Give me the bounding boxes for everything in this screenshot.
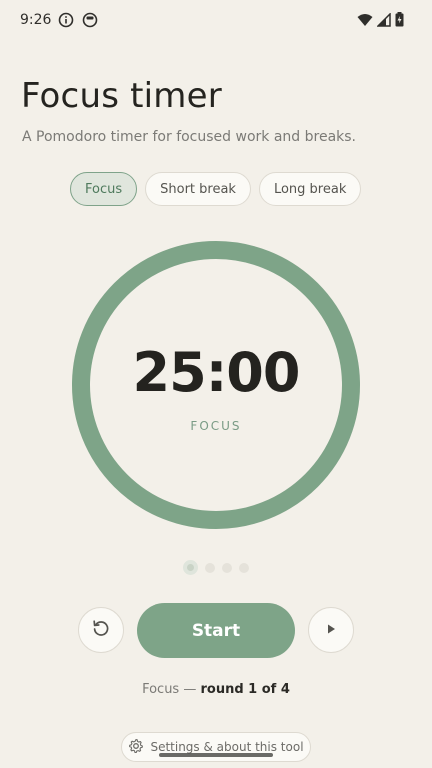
mode-tabs: Focus Short break Long break bbox=[70, 172, 362, 206]
tab-focus[interactable]: Focus bbox=[70, 172, 138, 206]
play-icon bbox=[324, 621, 338, 640]
wifi-icon bbox=[357, 13, 373, 27]
round-status: Focus — round 1 of 4 bbox=[0, 682, 432, 697]
round-status-text: round 1 of 4 bbox=[200, 682, 290, 697]
page-subtitle: A Pomodoro timer for focused work and br… bbox=[22, 129, 356, 145]
reset-button[interactable] bbox=[78, 607, 124, 653]
start-button[interactable]: Start bbox=[137, 603, 295, 658]
round-status-separator: — bbox=[179, 682, 201, 697]
timer-time: 25:00 bbox=[132, 341, 301, 404]
tab-short-break[interactable]: Short break bbox=[145, 172, 251, 206]
status-bar: 9:26 bbox=[0, 0, 432, 40]
home-indicator bbox=[159, 753, 273, 757]
timer-controls: Start bbox=[78, 603, 354, 659]
round-indicator bbox=[183, 560, 249, 575]
tab-long-break[interactable]: Long break bbox=[258, 172, 362, 206]
app-icon bbox=[82, 12, 98, 28]
status-left-icons bbox=[58, 12, 98, 28]
timer-mode-label: FOCUS bbox=[190, 419, 242, 433]
settings-link-label: Settings & about this tool bbox=[150, 740, 304, 754]
round-dot bbox=[222, 562, 232, 573]
info-icon bbox=[58, 12, 74, 28]
signal-icon bbox=[377, 12, 391, 27]
gear-icon bbox=[128, 738, 144, 757]
settings-link[interactable]: Settings & about this tool bbox=[121, 732, 311, 762]
timer-display: 25:00 FOCUS bbox=[72, 241, 360, 529]
round-status-mode: Focus bbox=[142, 682, 180, 697]
skip-button[interactable] bbox=[308, 607, 354, 653]
status-time: 9:26 bbox=[20, 12, 52, 28]
round-dot-current bbox=[183, 560, 198, 575]
page-title: Focus timer bbox=[21, 76, 222, 116]
status-right-icons bbox=[357, 12, 404, 27]
reset-icon bbox=[91, 618, 111, 642]
round-dot bbox=[239, 562, 249, 573]
round-dot bbox=[205, 562, 215, 573]
battery-icon bbox=[395, 12, 404, 27]
